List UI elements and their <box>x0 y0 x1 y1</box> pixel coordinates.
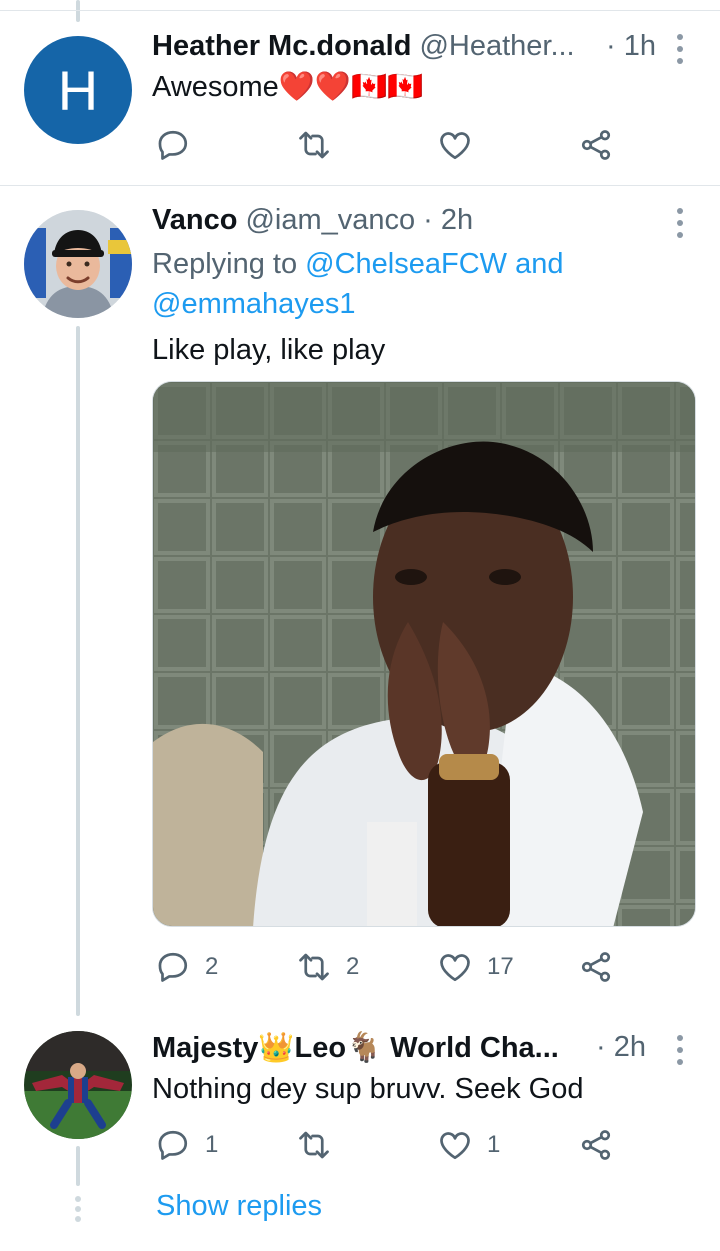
thread-line-majesty <box>76 1146 80 1186</box>
tweet-header: Heather Mc.donald @Heather... <box>152 30 575 63</box>
share-button[interactable] <box>578 949 614 985</box>
user-handle[interactable]: @Heather... <box>419 30 574 63</box>
replying-to: Replying to @ChelseaFCW and <box>152 248 563 281</box>
reply-button[interactable]: 2 <box>155 949 218 985</box>
reply-count: 1 <box>205 1131 219 1158</box>
reply-icon <box>158 130 188 160</box>
like-button[interactable] <box>437 127 473 163</box>
tweet-header: Vanco @iam_vanco · 2h <box>152 204 473 237</box>
mention-link[interactable]: @emmahayes1 <box>152 288 356 321</box>
tweet-text: Awesome❤️❤️🇨🇦🇨🇦 <box>152 71 424 103</box>
avatar[interactable] <box>24 210 132 318</box>
tweet-divider <box>0 185 720 186</box>
retweet-icon <box>299 1131 329 1159</box>
reply-button[interactable]: 1 <box>155 1127 218 1163</box>
timestamp[interactable]: · 1h <box>606 30 656 63</box>
retweet-icon <box>299 953 329 981</box>
top-divider <box>0 10 720 11</box>
retweet-button[interactable] <box>296 127 332 163</box>
like-button[interactable]: 1 <box>437 1127 500 1163</box>
show-replies-link[interactable]: Show replies <box>156 1190 322 1223</box>
display-name[interactable]: Majesty👑Leo🐐 World Cha... <box>152 1031 559 1065</box>
replying-prefix: Replying to <box>152 248 298 280</box>
avatar-photo <box>24 210 132 318</box>
retweet-count: 2 <box>346 953 360 980</box>
reply-button[interactable] <box>155 127 191 163</box>
more-icon[interactable] <box>673 34 687 64</box>
avatar[interactable] <box>24 1031 132 1139</box>
avatar-photo <box>24 1031 132 1139</box>
reply-icon <box>158 1130 188 1160</box>
like-icon <box>440 954 470 982</box>
user-handle[interactable]: @iam_vanco <box>245 204 415 237</box>
avatar-letter: H <box>57 58 99 122</box>
tweet-text: Like play, like play <box>152 334 386 366</box>
reply-icon <box>158 952 188 982</box>
timestamp[interactable]: · 2h <box>596 1031 646 1064</box>
display-name[interactable]: Vanco <box>152 204 237 237</box>
share-icon <box>581 1130 611 1160</box>
share-icon <box>581 130 611 160</box>
thread-ellipsis-dots <box>74 1196 82 1222</box>
like-icon <box>440 132 470 160</box>
retweet-button[interactable] <box>296 1127 332 1163</box>
like-button[interactable]: 17 <box>437 949 514 985</box>
timestamp[interactable]: · 2h <box>423 204 473 237</box>
avatar[interactable]: H <box>24 36 132 144</box>
more-icon[interactable] <box>673 1035 687 1065</box>
reply-count: 2 <box>205 953 219 980</box>
tweet-text: Nothing dey sup bruvv. Seek God <box>152 1073 584 1105</box>
mention-link[interactable]: @ChelseaFCW <box>305 248 507 280</box>
tweet-media[interactable] <box>152 381 696 927</box>
replying-and: and <box>515 248 564 280</box>
media-image <box>153 382 695 926</box>
share-icon <box>581 952 611 982</box>
thread-line-top <box>76 0 80 22</box>
tweet-header: Majesty👑Leo🐐 World Cha... <box>152 1031 559 1065</box>
retweet-icon <box>299 131 329 159</box>
like-count: 1 <box>487 1131 501 1158</box>
like-icon <box>440 1132 470 1160</box>
share-button[interactable] <box>578 1127 614 1163</box>
thread-line-vanco <box>76 326 80 1016</box>
display-name[interactable]: Heather Mc.donald <box>152 30 411 63</box>
more-icon[interactable] <box>673 208 687 238</box>
share-button[interactable] <box>578 127 614 163</box>
retweet-button[interactable]: 2 <box>296 949 359 985</box>
like-count: 17 <box>487 953 514 980</box>
